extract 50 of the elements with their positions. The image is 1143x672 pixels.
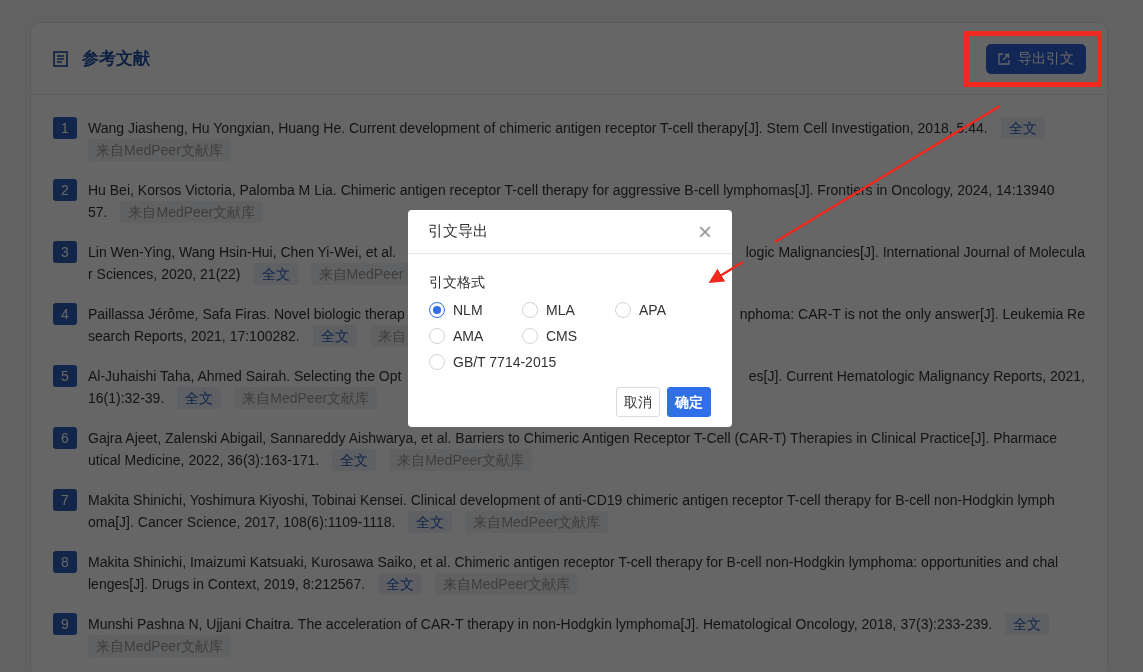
reference-text: Munshi Pashna N, Ujjani Chaitra. The acceleration of CAR-T therapy in non-Hodgkin lymphoma[J]. Hematological Oncology, 2018, 37(3):233-239. xyxy=(88,614,993,634)
reference-number: 6 xyxy=(53,427,77,449)
export-icon xyxy=(998,52,1010,65)
format-option[interactable]: APA xyxy=(615,299,708,321)
full-text-link[interactable]: 全文 xyxy=(312,325,357,347)
reference-text: search Reports, 2021, 17:100282. xyxy=(88,326,300,346)
reference-text: Makita Shinichi, Imaizumi Katsuaki, Kurosawa Saiko, et al. Chimeric antigen receptor T-cell therapy for B-cell non-Hodgkin lymphoma: opportunities and chal xyxy=(88,552,1059,572)
reference-text: logic Malignancies[J]. International Journal of Molecula xyxy=(745,242,1085,262)
full-text-link[interactable]: 全文 xyxy=(1000,117,1045,139)
reference-text: nphoma: CAR-T is not the only answer[J]. Leukemia Re xyxy=(739,304,1085,324)
reference-number: 1 xyxy=(53,117,77,139)
reference-number: 5 xyxy=(53,365,77,387)
document-icon xyxy=(53,50,68,67)
reference-text: Al-Juhaishi Taha, Ahmed Sairah. Selecting the Opt xyxy=(88,366,402,386)
radio-button[interactable] xyxy=(429,302,445,318)
reference-text: Gajra Ajeet, Zalenski Abigail, Sannareddy Aishwarya, et al. Barriers to Chimeric Antigen Receptor T-Cell (CAR-T) Therapies in Clinical Practice[J]. Pharmace xyxy=(88,428,1057,448)
field-label: 引文格式 xyxy=(429,273,486,292)
cancel-button[interactable]: 取消 xyxy=(616,387,660,417)
close-button[interactable]: × xyxy=(698,219,712,244)
full-text-link[interactable]: 全文 xyxy=(378,573,423,595)
reference-text: oma[J]. Cancer Science, 2017, 108(6):1109-1118. xyxy=(88,512,396,532)
reference-text: utical Medicine, 2022, 36(3):163-171. xyxy=(88,450,320,470)
format-option[interactable]: MLA xyxy=(522,299,615,321)
full-text-link[interactable]: 全文 xyxy=(1005,613,1050,635)
format-option[interactable]: GB/T 7714-2015 xyxy=(429,351,557,373)
reference-text: r Sciences, 2020, 21(22) xyxy=(88,264,241,284)
reference-number: 9 xyxy=(53,613,77,635)
format-option[interactable]: CMS xyxy=(522,325,615,347)
reference-text: es[J]. Current Hematologic Malignancy Reports, 2021, xyxy=(748,366,1085,386)
format-option[interactable]: NLM xyxy=(429,299,522,321)
reference-number: 2 xyxy=(53,179,77,201)
full-text-link[interactable]: 全文 xyxy=(253,263,298,285)
reference-text: Lin Wen-Ying, Wang Hsin-Hui, Chen Yi-Wei, et al. xyxy=(88,242,397,262)
export-citation-button[interactable]: 导出引文 xyxy=(986,43,1086,74)
full-text-link[interactable]: 全文 xyxy=(332,449,377,471)
full-text-link[interactable]: 全文 xyxy=(177,387,222,409)
reference-text: Paillassa Jérôme, Safa Firas. Novel biologic therap xyxy=(88,304,405,324)
reference-number: 7 xyxy=(53,489,77,511)
reference-text: 57. xyxy=(88,202,108,222)
full-text-link[interactable]: 全文 xyxy=(408,511,453,533)
confirm-button[interactable]: 确定 xyxy=(667,387,711,417)
reference-text: 16(1):32-39. xyxy=(88,388,165,408)
reference-number: 8 xyxy=(53,551,77,573)
reference-number: 3 xyxy=(53,241,77,263)
format-option[interactable]: AMA xyxy=(429,325,522,347)
reference-text: lenges[J]. Drugs in Context, 2019, 8:212567. xyxy=(88,574,366,594)
reference-text: Makita Shinichi, Yoshimura Kiyoshi, Tobinai Kensei. Clinical development of anti-CD19 chimeric antigen receptor T-cell therapy for B-cell non-Hodgkin lymph xyxy=(88,490,1055,510)
reference-number: 4 xyxy=(53,303,77,325)
section-title: 参考文献 xyxy=(82,47,150,70)
dialog-title: 引文导出 xyxy=(428,221,488,242)
